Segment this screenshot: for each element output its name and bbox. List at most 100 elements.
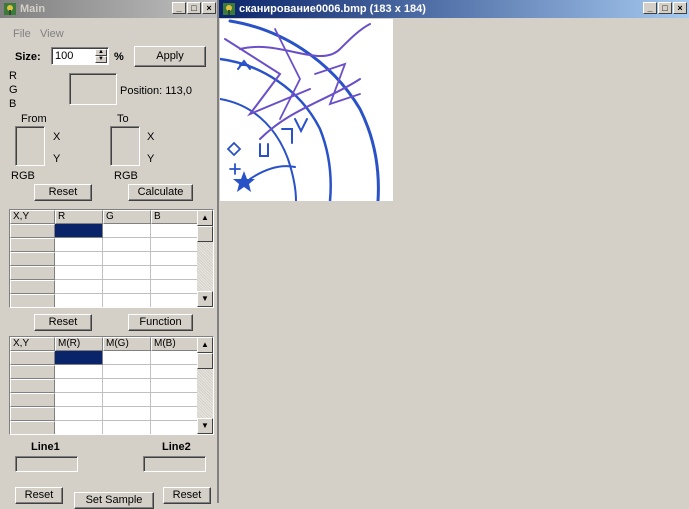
- grid1-cell[interactable]: [103, 252, 151, 266]
- grid2-selected-cell[interactable]: [55, 351, 103, 365]
- grid1-cell[interactable]: [151, 280, 198, 294]
- minimize-icon[interactable]: _: [172, 2, 186, 14]
- table-row[interactable]: [10, 365, 55, 379]
- position-readout: Position: 113,0: [120, 85, 192, 97]
- grid2-cell[interactable]: [103, 393, 151, 407]
- grid2-cell[interactable]: [151, 421, 198, 434]
- grid1-cell[interactable]: [103, 280, 151, 294]
- grid1-header-xy: X,Y: [10, 210, 55, 224]
- scroll-up-icon[interactable]: ▲: [197, 210, 213, 226]
- set-sample-button[interactable]: Set Sample: [74, 492, 154, 509]
- scroll-down-icon[interactable]: ▼: [197, 418, 213, 434]
- table-row[interactable]: [10, 407, 55, 421]
- size-spin-down-icon[interactable]: ▼: [95, 56, 107, 63]
- table-row[interactable]: [10, 294, 55, 307]
- table-row[interactable]: [10, 351, 55, 365]
- grid1-cell[interactable]: [151, 224, 198, 238]
- reset-button-3-label: Reset: [24, 489, 54, 501]
- grid1-cell[interactable]: [151, 252, 198, 266]
- line2-label: Line2: [162, 441, 191, 453]
- grid1-scroll-thumb[interactable]: [197, 226, 213, 242]
- table-row[interactable]: [10, 379, 55, 393]
- close-icon[interactable]: ×: [202, 2, 216, 14]
- menu-file[interactable]: File: [13, 28, 31, 40]
- image-title: сканирование0006.bmp (183 x 184): [239, 3, 426, 15]
- app-icon: [4, 3, 16, 15]
- grid2-cell[interactable]: [151, 407, 198, 421]
- channel-b-label: B: [9, 98, 17, 110]
- rgb-grid[interactable]: X,Y R G B ▲ ▼: [9, 209, 214, 308]
- from-y-label: Y: [53, 153, 61, 165]
- scanned-image[interactable]: [220, 19, 393, 201]
- main-title: Main: [20, 3, 46, 15]
- grid2-cell[interactable]: [55, 421, 103, 434]
- size-spin-up-icon[interactable]: ▲: [95, 49, 107, 56]
- size-input[interactable]: 100 ▲ ▼: [51, 47, 109, 65]
- grid2-cell[interactable]: [55, 365, 103, 379]
- reset-button-1-label: Reset: [48, 186, 78, 198]
- grid1-cell[interactable]: [103, 266, 151, 280]
- function-button[interactable]: Function: [128, 314, 193, 331]
- grid1-cell[interactable]: [55, 294, 103, 307]
- grid2-cell[interactable]: [103, 421, 151, 434]
- grid1-cell[interactable]: [151, 238, 198, 252]
- table-row[interactable]: [10, 224, 55, 238]
- image-titlebar[interactable]: сканирование0006.bmp (183 x 184) _ □ ×: [219, 0, 689, 18]
- maximize-icon[interactable]: □: [187, 2, 201, 14]
- grid2-cell[interactable]: [103, 407, 151, 421]
- mean-grid[interactable]: X,Y M(R) M(G) M(B) ▲ ▼: [9, 336, 214, 435]
- apply-button-label: Apply: [156, 50, 184, 62]
- reset-button-4[interactable]: Reset: [163, 487, 211, 504]
- size-value: 100: [55, 50, 74, 62]
- table-row[interactable]: [10, 252, 55, 266]
- line2-field[interactable]: [143, 456, 206, 472]
- reset-button-3[interactable]: Reset: [15, 487, 63, 504]
- grid1-cell[interactable]: [55, 238, 103, 252]
- maximize-icon[interactable]: □: [658, 2, 672, 14]
- grid1-cell[interactable]: [151, 294, 198, 307]
- table-row[interactable]: [10, 421, 55, 434]
- main-titlebar[interactable]: Main _ □ ×: [0, 0, 218, 18]
- grid1-cell[interactable]: [55, 252, 103, 266]
- grid2-scroll-thumb[interactable]: [197, 353, 213, 369]
- function-button-label: Function: [139, 316, 182, 328]
- grid2-cell[interactable]: [55, 379, 103, 393]
- apply-button[interactable]: Apply: [134, 46, 206, 67]
- grid2-cell[interactable]: [151, 365, 198, 379]
- minimize-icon[interactable]: _: [643, 2, 657, 14]
- table-row[interactable]: [10, 280, 55, 294]
- calculate-button[interactable]: Calculate: [128, 184, 193, 201]
- reset-button-1[interactable]: Reset: [34, 184, 92, 201]
- close-icon[interactable]: ×: [673, 2, 687, 14]
- grid2-scrollbar[interactable]: ▲ ▼: [197, 337, 213, 434]
- line1-field[interactable]: [15, 456, 78, 472]
- grid2-cell[interactable]: [151, 351, 198, 365]
- reset-button-2[interactable]: Reset: [34, 314, 92, 331]
- table-row[interactable]: [10, 393, 55, 407]
- grid1-cell[interactable]: [151, 266, 198, 280]
- to-label: To: [117, 113, 129, 125]
- main-caption-buttons: _ □ ×: [171, 2, 216, 14]
- grid2-cell[interactable]: [103, 351, 151, 365]
- grid1-cell[interactable]: [55, 266, 103, 280]
- grid1-cell[interactable]: [103, 238, 151, 252]
- table-row[interactable]: [10, 266, 55, 280]
- grid2-cell[interactable]: [103, 365, 151, 379]
- grid1-selected-cell[interactable]: [55, 224, 103, 238]
- grid2-cell[interactable]: [151, 379, 198, 393]
- reset-button-4-label: Reset: [172, 489, 202, 501]
- grid1-cell[interactable]: [103, 294, 151, 307]
- grid2-cell[interactable]: [103, 379, 151, 393]
- grid1-scrollbar[interactable]: ▲ ▼: [197, 210, 213, 307]
- menu-view[interactable]: View: [40, 28, 64, 40]
- grid2-cell[interactable]: [151, 393, 198, 407]
- image-window: сканирование0006.bmp (183 x 184) _ □ ×: [219, 0, 689, 503]
- grid1-cell[interactable]: [55, 280, 103, 294]
- scroll-up-icon[interactable]: ▲: [197, 337, 213, 353]
- grid2-cell[interactable]: [55, 407, 103, 421]
- stamp-star-icon: [233, 171, 255, 192]
- table-row[interactable]: [10, 238, 55, 252]
- scroll-down-icon[interactable]: ▼: [197, 291, 213, 307]
- grid1-cell[interactable]: [103, 224, 151, 238]
- grid2-cell[interactable]: [55, 393, 103, 407]
